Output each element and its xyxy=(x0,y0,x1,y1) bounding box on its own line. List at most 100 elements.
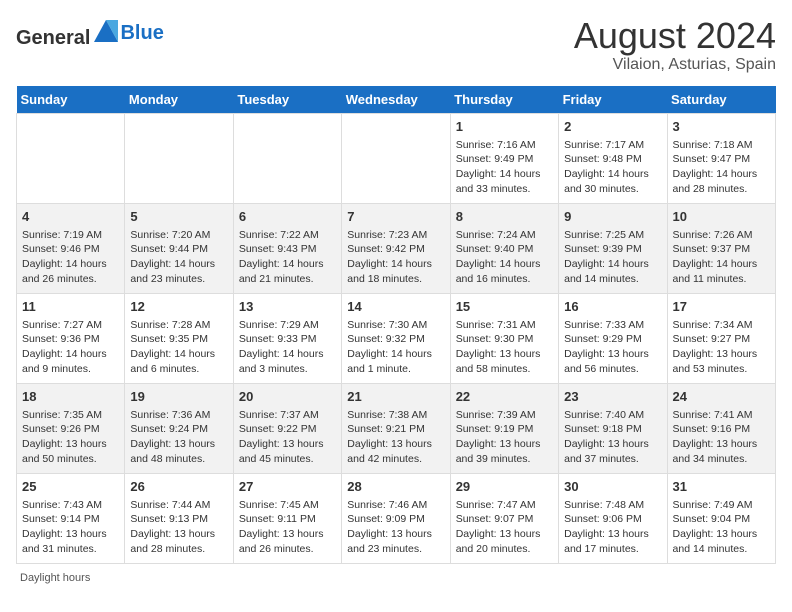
day-number: 4 xyxy=(22,208,119,226)
day-info: Sunrise: 7:37 AMSunset: 9:22 PMDaylight:… xyxy=(239,408,336,467)
day-number: 11 xyxy=(22,298,119,316)
week-row-5: 25 Sunrise: 7:43 AMSunset: 9:14 PMDayligh… xyxy=(17,473,776,563)
day-info: Sunrise: 7:24 AMSunset: 9:40 PMDaylight:… xyxy=(456,228,553,287)
col-header-monday: Monday xyxy=(125,86,233,114)
day-info: Sunrise: 7:20 AMSunset: 9:44 PMDaylight:… xyxy=(130,228,227,287)
day-info: Sunrise: 7:26 AMSunset: 9:37 PMDaylight:… xyxy=(673,228,770,287)
calendar-cell: 26 Sunrise: 7:44 AMSunset: 9:13 PMDayligh… xyxy=(125,473,233,563)
day-number: 6 xyxy=(239,208,336,226)
calendar-cell: 12 Sunrise: 7:28 AMSunset: 9:35 PMDayligh… xyxy=(125,293,233,383)
calendar-cell: 24 Sunrise: 7:41 AMSunset: 9:16 PMDayligh… xyxy=(667,383,775,473)
day-info: Sunrise: 7:49 AMSunset: 9:04 PMDaylight:… xyxy=(673,498,770,557)
col-header-saturday: Saturday xyxy=(667,86,775,114)
day-info: Sunrise: 7:28 AMSunset: 9:35 PMDaylight:… xyxy=(130,318,227,377)
day-number: 28 xyxy=(347,478,444,496)
day-number: 12 xyxy=(130,298,227,316)
day-number: 25 xyxy=(22,478,119,496)
calendar-cell: 9 Sunrise: 7:25 AMSunset: 9:39 PMDaylight… xyxy=(559,203,667,293)
calendar-cell xyxy=(342,113,450,203)
calendar-cell: 16 Sunrise: 7:33 AMSunset: 9:29 PMDayligh… xyxy=(559,293,667,383)
calendar-cell: 3Sunrise: 7:18 AMSunset: 9:47 PMDaylight… xyxy=(667,113,775,203)
day-info: Sunrise: 7:19 AMSunset: 9:46 PMDaylight:… xyxy=(22,228,119,287)
day-number: 8 xyxy=(456,208,553,226)
day-info: Sunrise: 7:36 AMSunset: 9:24 PMDaylight:… xyxy=(130,408,227,467)
subtitle: Vilaion, Asturias, Spain xyxy=(574,56,776,74)
day-number: 23 xyxy=(564,388,661,406)
calendar-cell: 14 Sunrise: 7:30 AMSunset: 9:32 PMDayligh… xyxy=(342,293,450,383)
day-number: 7 xyxy=(347,208,444,226)
day-number: 30 xyxy=(564,478,661,496)
day-number: 1 xyxy=(456,118,553,136)
day-number: 2 xyxy=(564,118,661,136)
day-number: 3 xyxy=(673,118,770,136)
day-info: Sunrise: 7:29 AMSunset: 9:33 PMDaylight:… xyxy=(239,318,336,377)
calendar-cell: 15 Sunrise: 7:31 AMSunset: 9:30 PMDayligh… xyxy=(450,293,558,383)
header: General Blue August 2024 Vilaion, Asturi… xyxy=(16,16,776,74)
day-info: Sunrise: 7:45 AMSunset: 9:11 PMDaylight:… xyxy=(239,498,336,557)
day-number: 31 xyxy=(673,478,770,496)
week-row-3: 11 Sunrise: 7:27 AMSunset: 9:36 PMDayligh… xyxy=(17,293,776,383)
calendar-cell: 5Sunrise: 7:20 AMSunset: 9:44 PMDaylight… xyxy=(125,203,233,293)
calendar-cell: 7 Sunrise: 7:23 AMSunset: 9:42 PMDaylight… xyxy=(342,203,450,293)
day-number: 19 xyxy=(130,388,227,406)
logo-blue: Blue xyxy=(120,22,163,44)
day-number: 22 xyxy=(456,388,553,406)
logo: General Blue xyxy=(16,16,164,50)
day-info: Sunrise: 7:16 AMSunset: 9:49 PMDaylight:… xyxy=(456,138,553,197)
col-header-tuesday: Tuesday xyxy=(233,86,341,114)
week-row-4: 18Sunrise: 7:35 AMSunset: 9:26 PMDayligh… xyxy=(17,383,776,473)
calendar-cell: 8 Sunrise: 7:24 AMSunset: 9:40 PMDaylight… xyxy=(450,203,558,293)
calendar-cell: 25 Sunrise: 7:43 AMSunset: 9:14 PMDayligh… xyxy=(17,473,125,563)
day-info: Sunrise: 7:27 AMSunset: 9:36 PMDaylight:… xyxy=(22,318,119,377)
day-info: Sunrise: 7:17 AMSunset: 9:48 PMDaylight:… xyxy=(564,138,661,197)
calendar-cell: 13 Sunrise: 7:29 AMSunset: 9:33 PMDayligh… xyxy=(233,293,341,383)
day-info: Sunrise: 7:40 AMSunset: 9:18 PMDaylight:… xyxy=(564,408,661,467)
calendar-cell: 28Sunrise: 7:46 AMSunset: 9:09 PMDayligh… xyxy=(342,473,450,563)
week-row-1: 1 Sunrise: 7:16 AMSunset: 9:49 PMDaylight… xyxy=(17,113,776,203)
day-number: 21 xyxy=(347,388,444,406)
day-info: Sunrise: 7:38 AMSunset: 9:21 PMDaylight:… xyxy=(347,408,444,467)
day-info: Sunrise: 7:34 AMSunset: 9:27 PMDaylight:… xyxy=(673,318,770,377)
day-info: Sunrise: 7:41 AMSunset: 9:16 PMDaylight:… xyxy=(673,408,770,467)
day-number: 26 xyxy=(130,478,227,496)
calendar-cell: 4 Sunrise: 7:19 AMSunset: 9:46 PMDaylight… xyxy=(17,203,125,293)
calendar-cell xyxy=(17,113,125,203)
day-info: Sunrise: 7:43 AMSunset: 9:14 PMDaylight:… xyxy=(22,498,119,557)
calendar-cell: 19 Sunrise: 7:36 AMSunset: 9:24 PMDayligh… xyxy=(125,383,233,473)
day-number: 14 xyxy=(347,298,444,316)
day-number: 15 xyxy=(456,298,553,316)
day-info: Sunrise: 7:33 AMSunset: 9:29 PMDaylight:… xyxy=(564,318,661,377)
col-header-thursday: Thursday xyxy=(450,86,558,114)
calendar-cell: 30Sunrise: 7:48 AMSunset: 9:06 PMDayligh… xyxy=(559,473,667,563)
week-row-2: 4 Sunrise: 7:19 AMSunset: 9:46 PMDaylight… xyxy=(17,203,776,293)
calendar-cell: 17Sunrise: 7:34 AMSunset: 9:27 PMDayligh… xyxy=(667,293,775,383)
day-number: 29 xyxy=(456,478,553,496)
calendar-table: SundayMondayTuesdayWednesdayThursdayFrid… xyxy=(16,86,776,564)
logo-icon xyxy=(92,16,120,44)
day-info: Sunrise: 7:23 AMSunset: 9:42 PMDaylight:… xyxy=(347,228,444,287)
main-title: August 2024 xyxy=(574,16,776,56)
day-info: Sunrise: 7:25 AMSunset: 9:39 PMDaylight:… xyxy=(564,228,661,287)
day-info: Sunrise: 7:44 AMSunset: 9:13 PMDaylight:… xyxy=(130,498,227,557)
col-header-sunday: Sunday xyxy=(17,86,125,114)
day-number: 16 xyxy=(564,298,661,316)
calendar-cell: 29Sunrise: 7:47 AMSunset: 9:07 PMDayligh… xyxy=(450,473,558,563)
day-info: Sunrise: 7:22 AMSunset: 9:43 PMDaylight:… xyxy=(239,228,336,287)
day-info: Sunrise: 7:31 AMSunset: 9:30 PMDaylight:… xyxy=(456,318,553,377)
day-info: Sunrise: 7:39 AMSunset: 9:19 PMDaylight:… xyxy=(456,408,553,467)
day-info: Sunrise: 7:30 AMSunset: 9:32 PMDaylight:… xyxy=(347,318,444,377)
header-row: SundayMondayTuesdayWednesdayThursdayFrid… xyxy=(17,86,776,114)
title-block: August 2024 Vilaion, Asturias, Spain xyxy=(574,16,776,74)
col-header-friday: Friday xyxy=(559,86,667,114)
footer: Daylight hours xyxy=(16,572,776,584)
day-number: 13 xyxy=(239,298,336,316)
calendar-cell: 23 Sunrise: 7:40 AMSunset: 9:18 PMDayligh… xyxy=(559,383,667,473)
day-number: 18 xyxy=(22,388,119,406)
calendar-cell: 21 Sunrise: 7:38 AMSunset: 9:21 PMDayligh… xyxy=(342,383,450,473)
calendar-cell xyxy=(125,113,233,203)
day-number: 9 xyxy=(564,208,661,226)
calendar-cell: 22 Sunrise: 7:39 AMSunset: 9:19 PMDayligh… xyxy=(450,383,558,473)
calendar-cell: 2 Sunrise: 7:17 AMSunset: 9:48 PMDaylight… xyxy=(559,113,667,203)
col-header-wednesday: Wednesday xyxy=(342,86,450,114)
day-number: 24 xyxy=(673,388,770,406)
